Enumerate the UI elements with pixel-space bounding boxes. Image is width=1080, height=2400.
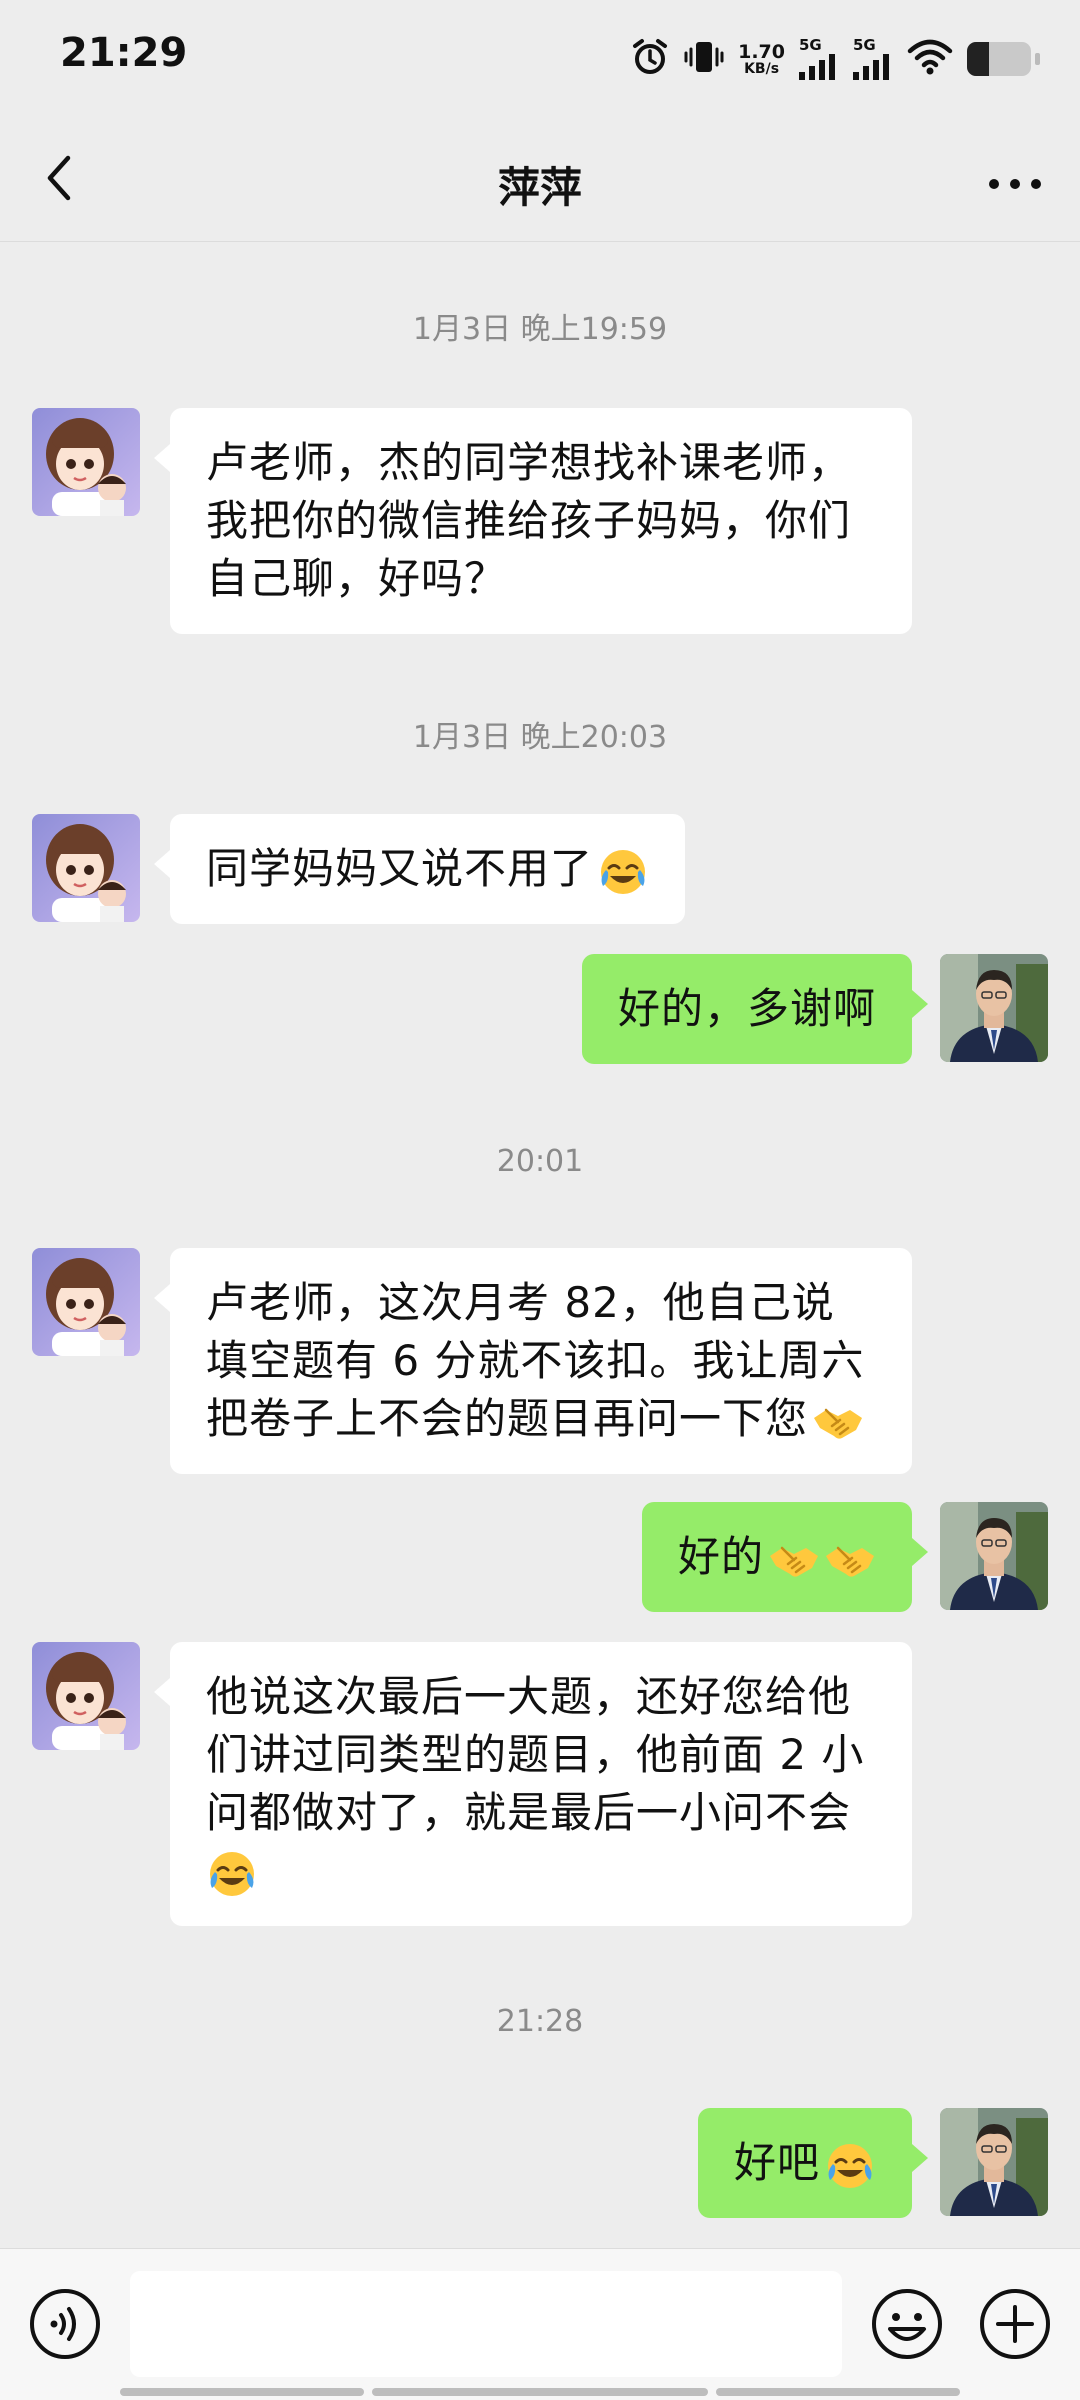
tears-of-joy-emoji	[597, 846, 649, 898]
girl-avatar-icon	[32, 814, 140, 922]
chat-title: 萍萍	[497, 163, 582, 212]
gesture-bar	[120, 2388, 364, 2396]
contact-avatar[interactable]	[32, 1642, 140, 1750]
girl-avatar-icon	[32, 408, 140, 516]
message-input[interactable]	[130, 2271, 842, 2377]
smiley-icon	[872, 2289, 942, 2359]
incoming-message-bubble[interactable]: 卢老师，这次月考 82，他自己说 填空题有 6 分就不该扣。我让周六 把卷子上不…	[154, 1248, 912, 1474]
message-timestamp: 20:01	[496, 1144, 584, 1179]
incoming-message-bubble[interactable]: 他说这次最后一大题，还好您给他 们讲过同类型的题目，他前面 2 小 问都做对了，…	[154, 1642, 912, 1926]
sim2-label: 5G	[853, 36, 876, 54]
outgoing-message-bubble[interactable]: 好的，多谢啊	[581, 954, 929, 1064]
emoji-button[interactable]	[870, 2287, 944, 2361]
man-avatar-icon	[940, 954, 1048, 1062]
message-text: 好吧	[733, 2138, 820, 2187]
vibrate-icon	[684, 37, 724, 81]
outgoing-message-bubble[interactable]: 好吧	[697, 2108, 929, 2218]
plus-icon	[980, 2289, 1050, 2359]
message-timestamp: 1月3日 晚上19:59	[412, 312, 668, 347]
message-text: 他说这次最后一大题，还好您给他 们讲过同类型的题目，他前面 2 小 问都做对了，…	[206, 1672, 865, 1837]
message-timestamp: 1月3日 晚上20:03	[412, 720, 668, 755]
network-speed: 1.70 KB/s	[738, 40, 785, 77]
wifi-icon	[907, 39, 953, 79]
tears-of-joy-emoji	[206, 1848, 258, 1900]
handshake-emoji	[812, 1396, 864, 1448]
chat-header: 萍萍	[0, 118, 1080, 242]
girl-avatar-icon	[32, 1642, 140, 1750]
sim1-signal: 5G	[799, 38, 839, 80]
network-speed-unit: KB/s	[744, 60, 780, 77]
contact-avatar[interactable]	[32, 408, 140, 516]
sim2-signal: 5G	[853, 38, 893, 80]
message-text: 好的	[677, 1532, 764, 1581]
status-time: 21:29	[60, 30, 188, 76]
network-speed-value: 1.70	[738, 40, 785, 63]
my-avatar[interactable]	[940, 954, 1048, 1062]
voice-icon	[30, 2289, 100, 2359]
more-dots-icon	[989, 179, 1041, 189]
signal-icon	[853, 54, 889, 80]
handshake-emoji	[768, 1534, 820, 1586]
outgoing-message-bubble[interactable]: 好的	[641, 1502, 929, 1612]
alarm-icon	[630, 37, 670, 81]
battery-cap	[1035, 53, 1040, 65]
status-bar: 21:29 1.70 KB/s 5G 5G	[0, 0, 1080, 118]
sim1-label: 5G	[799, 36, 822, 54]
contact-avatar[interactable]	[32, 1248, 140, 1356]
message-text: 好的，多谢啊	[617, 984, 876, 1033]
status-icons: 1.70 KB/s 5G 5G	[630, 34, 1040, 84]
battery-icon	[967, 42, 1031, 76]
message-text: 卢老师，杰的同学想找补课老师， 我把你的微信推给孩子妈妈，你们 自己聊，好吗？	[206, 438, 852, 603]
incoming-message-bubble[interactable]: 卢老师，杰的同学想找补课老师， 我把你的微信推给孩子妈妈，你们 自己聊，好吗？	[154, 408, 912, 634]
contact-avatar[interactable]	[32, 814, 140, 922]
input-bar	[0, 2248, 1080, 2400]
message-text: 同学妈妈又说不用了	[206, 844, 594, 893]
gesture-bar	[372, 2388, 708, 2396]
tears-of-joy-emoji	[824, 2140, 876, 2192]
man-avatar-icon	[940, 1502, 1048, 1610]
message-timestamp: 21:28	[496, 2004, 584, 2039]
signal-icon	[799, 54, 835, 80]
girl-avatar-icon	[32, 1248, 140, 1356]
voice-button[interactable]	[28, 2287, 102, 2361]
incoming-message-bubble[interactable]: 同学妈妈又说不用了	[153, 814, 686, 924]
gesture-bar	[716, 2388, 960, 2396]
more-functions-button[interactable]	[978, 2287, 1052, 2361]
battery-level	[967, 42, 990, 76]
my-avatar[interactable]	[940, 1502, 1048, 1610]
man-avatar-icon	[940, 2108, 1048, 2216]
handshake-emoji	[824, 1534, 876, 1586]
my-avatar[interactable]	[940, 2108, 1048, 2216]
more-button[interactable]	[980, 152, 1050, 212]
message-text: 卢老师，这次月考 82，他自己说 填空题有 6 分就不该扣。我让周六 把卷子上不…	[206, 1278, 865, 1443]
